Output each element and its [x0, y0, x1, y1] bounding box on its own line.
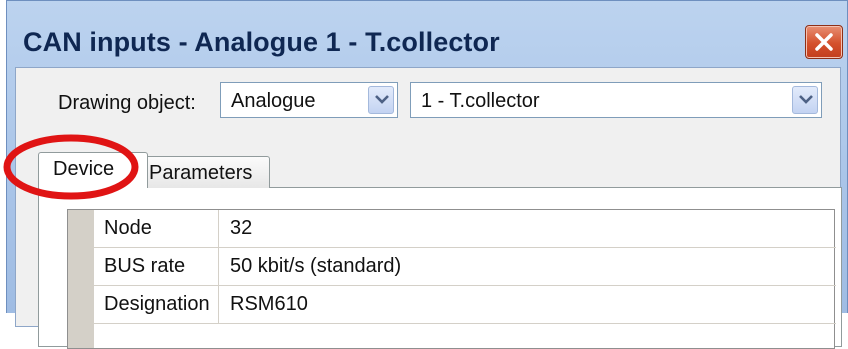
column-divider [218, 286, 219, 323]
drawing-object-value: 1 - T.collector [421, 90, 540, 112]
drawing-object-dropdown-button[interactable] [792, 86, 818, 114]
property-row[interactable]: Designation RSM610 [94, 286, 836, 324]
window-title: CAN inputs - Analogue 1 - T.collector [23, 27, 500, 57]
highlight-circle [3, 134, 139, 200]
drawing-type-select[interactable]: Analogue [220, 82, 398, 118]
drawing-object-select[interactable]: 1 - T.collector [410, 82, 822, 118]
chevron-down-icon [799, 95, 813, 104]
property-row[interactable]: Node 32 [94, 210, 836, 248]
property-grid-gutter [68, 210, 94, 348]
tab-parameters-label: Parameters [149, 162, 253, 184]
column-divider [218, 248, 219, 285]
drawing-type-value: Analogue [231, 90, 316, 112]
tab-parameters[interactable]: Parameters [140, 156, 270, 188]
chevron-down-icon [375, 95, 389, 104]
property-row[interactable]: BUS rate 50 kbit/s (standard) [94, 248, 836, 286]
property-value[interactable]: 32 [230, 217, 252, 240]
property-name: BUS rate [104, 255, 186, 277]
property-grid: Node 32 BUS rate 50 kbit/s (standard) De… [67, 209, 836, 349]
drawing-type-dropdown-button[interactable] [368, 86, 394, 114]
column-divider [218, 210, 219, 247]
title-bar[interactable]: CAN inputs - Analogue 1 - T.collector [7, 1, 847, 67]
property-value[interactable]: 50 kbit/s (standard) [230, 255, 401, 278]
device-tab-panel: Node 32 BUS rate 50 kbit/s (standard) De… [38, 187, 842, 349]
close-icon [815, 33, 833, 51]
property-name: Node [104, 217, 152, 239]
drawing-object-label: Drawing object: [58, 92, 196, 114]
close-button[interactable] [805, 25, 843, 59]
